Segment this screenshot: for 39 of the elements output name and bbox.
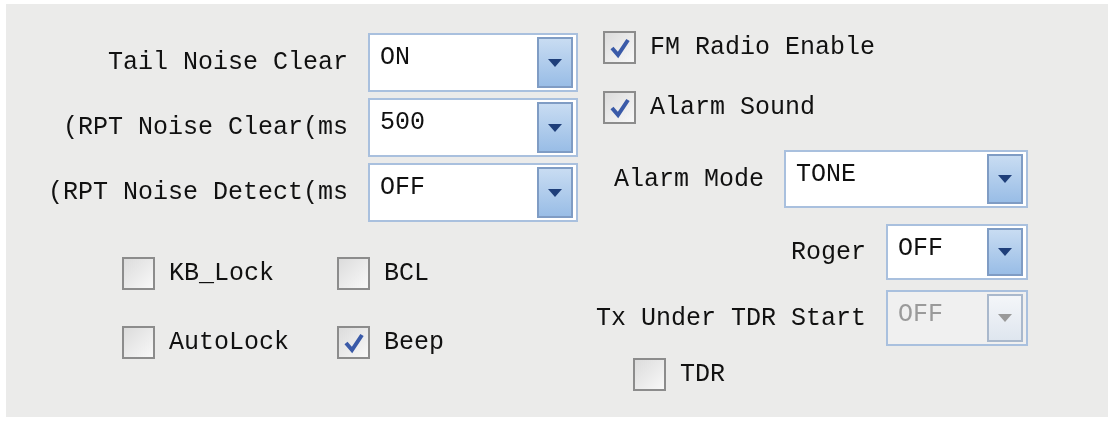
caret-icon (548, 188, 562, 197)
caret-icon (998, 248, 1012, 256)
dropdown[interactable]: TONE (784, 150, 1028, 208)
caret-icon (548, 58, 562, 67)
checkbox[interactable] (122, 257, 155, 290)
dropdown[interactable]: ON (368, 33, 578, 92)
field-label: (RPT Noise Clear(ms (61, 113, 348, 142)
field-label: Alarm Mode (613, 164, 764, 194)
dropdown-arrow-button[interactable] (537, 102, 573, 153)
caret-icon (998, 175, 1012, 183)
dropdown-arrow-button[interactable] (537, 37, 573, 88)
field-label: Tail Noise Clear (106, 48, 348, 77)
checkbox[interactable] (603, 31, 636, 64)
checkbox-label: Alarm Sound (650, 93, 816, 122)
field-label: Roger (791, 237, 866, 267)
dropdown[interactable]: 500 (368, 98, 578, 157)
dropdown[interactable]: OFF (886, 224, 1028, 280)
checkmark-icon (342, 331, 365, 354)
checkmark-icon (608, 36, 631, 59)
checkbox-label: TDR (680, 360, 725, 389)
checkbox-label: KB_Lock (169, 259, 275, 288)
checkbox[interactable] (337, 257, 370, 290)
checkbox-label: FM Radio Enable (650, 33, 876, 62)
caret-icon (548, 123, 562, 132)
checkbox-label: AutoLock (169, 328, 290, 357)
checkbox[interactable] (337, 326, 370, 359)
dropdown-arrow-button[interactable] (987, 228, 1023, 276)
dropdown[interactable]: OFF (368, 163, 578, 222)
dropdown-arrow-button[interactable] (987, 154, 1023, 204)
checkbox-label: Beep (384, 328, 444, 357)
checkbox[interactable] (633, 358, 666, 391)
checkmark-icon (608, 96, 631, 119)
dropdown-arrow-button[interactable] (537, 167, 573, 218)
checkbox[interactable] (122, 326, 155, 359)
caret-icon (998, 314, 1012, 322)
field-label: Tx Under TDR Start (595, 303, 866, 333)
checkbox[interactable] (603, 91, 636, 124)
checkbox-label: BCL (384, 259, 429, 288)
field-label: (RPT Noise Detect(ms (47, 178, 348, 207)
